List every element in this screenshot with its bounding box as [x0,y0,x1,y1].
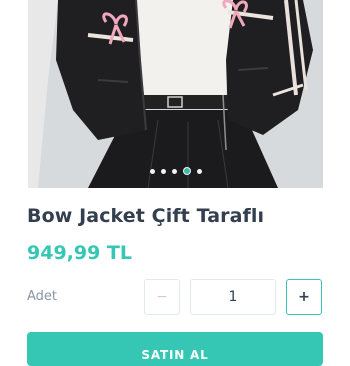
quantity-input[interactable] [190,279,276,315]
gallery-dot[interactable] [182,167,191,175]
gallery-dot[interactable] [149,168,155,174]
decrease-quantity-button[interactable]: − [144,279,180,315]
quantity-label: Adet [27,289,58,304]
product-title: Bow Jacket Çift Taraflı [27,205,265,227]
product-photo [28,0,323,188]
buy-now-button[interactable]: SATIN AL [27,332,323,366]
increase-quantity-button[interactable]: + [286,279,322,315]
gallery-dot[interactable] [171,168,177,174]
gallery-pagination [28,167,323,175]
gallery-dot[interactable] [160,168,166,174]
gallery-dot[interactable] [196,168,202,174]
product-price: 949,99 TL [27,242,133,264]
product-image-gallery[interactable] [28,0,323,188]
